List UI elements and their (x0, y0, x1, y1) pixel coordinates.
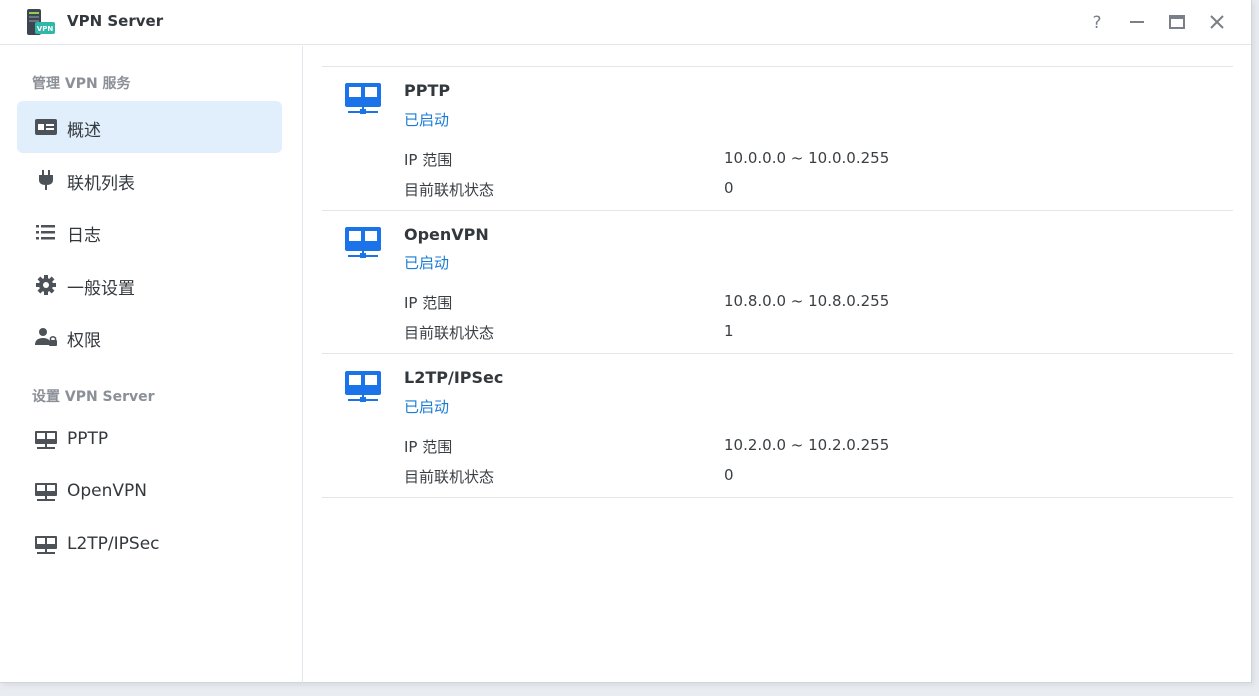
network-icon (344, 370, 382, 404)
sidebar-item-privileges[interactable]: 权限 (17, 311, 282, 363)
network-icon (34, 534, 58, 556)
divider (322, 353, 1233, 354)
connections-label: 目前联机状态 (404, 324, 495, 342)
ip-range-value: 10.8.0.0 ~ 10.8.0.255 (724, 292, 890, 310)
connections-value: 1 (724, 322, 734, 340)
connections-label: 目前联机状态 (404, 468, 495, 486)
gear-icon (34, 274, 58, 296)
maximize-icon[interactable] (1167, 12, 1187, 32)
sidebar-item-connection-list[interactable]: 联机列表 (17, 154, 282, 206)
ip-range-value: 10.0.0.0 ~ 10.0.0.255 (724, 149, 890, 167)
connections-label: 目前联机状态 (404, 181, 495, 199)
plug-icon (34, 169, 58, 191)
sidebar-item-l2tp-ipsec[interactable]: L2TP/IPSec (17, 519, 282, 571)
divider (322, 66, 1233, 67)
vpn-server-app-icon: VPN (26, 8, 56, 36)
sidebar-item-openvpn[interactable]: OpenVPN (17, 466, 282, 518)
sidebar-item-label: 概述 (67, 121, 101, 141)
sidebar-item-log[interactable]: 日志 (17, 206, 282, 258)
title-bar[interactable]: VPN VPN Server ? (0, 0, 1251, 45)
list-icon (34, 221, 58, 243)
service-status: 已启动 (404, 111, 450, 129)
sidebar-item-label: L2TP/IPSec (67, 534, 160, 554)
sidebar-item-label: 日志 (67, 226, 101, 246)
sidebar-item-label: 联机列表 (67, 174, 135, 194)
overview-panel: PPTP 已启动 IP 范围 10.0.0.0 ~ 10.0.0.255 目前联… (304, 46, 1250, 683)
sidebar-item-label: OpenVPN (67, 481, 148, 501)
divider (322, 210, 1233, 211)
sidebar-item-label: PPTP (67, 429, 109, 449)
sidebar-item-general-settings[interactable]: 一般设置 (17, 259, 282, 311)
window-title: VPN Server (67, 12, 164, 30)
sidebar-item-label: 一般设置 (67, 279, 135, 299)
close-icon[interactable] (1207, 12, 1227, 32)
ip-range-label: IP 范围 (404, 438, 453, 456)
divider (322, 497, 1233, 498)
service-status: 已启动 (404, 254, 450, 272)
svg-text:?: ? (1092, 13, 1101, 32)
user-lock-icon (34, 326, 58, 348)
network-icon (344, 226, 382, 260)
help-icon[interactable]: ? (1087, 12, 1107, 32)
ip-range-label: IP 范围 (404, 151, 453, 169)
service-name: PPTP (404, 81, 451, 100)
service-name: OpenVPN (404, 225, 489, 244)
vpn-server-window: VPN VPN Server ? 管理 VPN 服务 概述 联机列表 日志 一般… (0, 0, 1252, 683)
section-title-setup: 设置 VPN Server (32, 389, 155, 405)
ip-range-label: IP 范围 (404, 294, 453, 312)
network-icon (34, 429, 58, 451)
connections-value: 0 (724, 466, 734, 484)
service-name: L2TP/IPSec (404, 368, 504, 387)
overview-card-icon (34, 116, 58, 138)
minimize-icon[interactable] (1127, 12, 1147, 32)
section-title-manage: 管理 VPN 服务 (32, 76, 131, 92)
sidebar-item-overview[interactable]: 概述 (17, 101, 282, 153)
sidebar: 管理 VPN 服务 概述 联机列表 日志 一般设置 权限 设置 VPN Serv… (0, 46, 303, 683)
ip-range-value: 10.2.0.0 ~ 10.2.0.255 (724, 436, 890, 454)
network-icon (34, 481, 58, 503)
connections-value: 0 (724, 179, 734, 197)
service-status: 已启动 (404, 398, 450, 416)
network-icon (344, 82, 382, 116)
sidebar-item-pptp[interactable]: PPTP (17, 414, 282, 466)
app-icon-badge: VPN (37, 25, 54, 33)
sidebar-item-label: 权限 (67, 331, 101, 351)
